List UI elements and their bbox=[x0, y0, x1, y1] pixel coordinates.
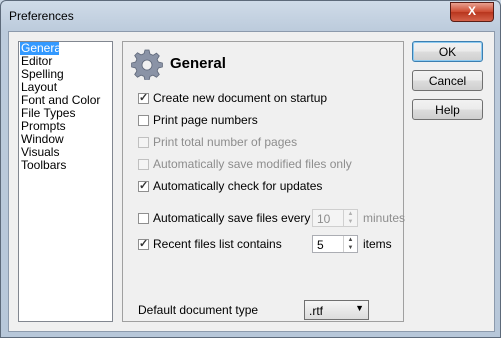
print-total-pages-checkbox bbox=[138, 136, 149, 148]
auto-check-updates-label: Automatically check for updates bbox=[153, 179, 323, 193]
auto-save-interval-unit: minutes bbox=[363, 211, 406, 225]
auto-save-interval-value: 10 bbox=[317, 212, 331, 226]
general-settings-panel: General Create new document on startup P… bbox=[122, 41, 406, 322]
category-list[interactable]: General Editor Spelling Layout Font and … bbox=[18, 41, 113, 322]
recent-files-count-spin-buttons[interactable]: ▲ ▼ bbox=[343, 236, 357, 252]
spin-down-icon[interactable]: ▼ bbox=[344, 244, 357, 252]
close-button[interactable]: X bbox=[450, 2, 494, 22]
title-bar[interactable]: Preferences X bbox=[1, 1, 500, 31]
help-button[interactable]: Help bbox=[412, 99, 483, 120]
auto-save-every-option[interactable]: Automatically save files every bbox=[138, 210, 310, 226]
spin-up-icon[interactable]: ▲ bbox=[344, 236, 357, 244]
create-new-document-checkbox[interactable] bbox=[138, 91, 149, 104]
print-total-pages-label: Print total number of pages bbox=[153, 135, 298, 149]
auto-check-updates-checkbox[interactable] bbox=[138, 179, 149, 192]
recent-files-option[interactable]: Recent files list contains bbox=[138, 236, 282, 252]
category-item-toolbars[interactable]: Toolbars bbox=[19, 159, 112, 172]
auto-save-interval-spin-buttons: ▲ ▼ bbox=[343, 210, 357, 226]
auto-save-modified-option: Automatically save modified files only bbox=[138, 156, 352, 172]
default-document-type-value: .rtf bbox=[309, 304, 323, 318]
print-page-numbers-label: Print page numbers bbox=[153, 113, 258, 127]
recent-files-count-stepper[interactable]: 5 ▲ ▼ bbox=[312, 235, 358, 253]
dialog-client-area: General Editor Spelling Layout Font and … bbox=[8, 31, 495, 332]
auto-save-every-label: Automatically save files every bbox=[153, 211, 311, 225]
window-title: Preferences bbox=[9, 9, 74, 23]
auto-save-interval-stepper: 10 ▲ ▼ bbox=[312, 209, 358, 227]
print-total-pages-option: Print total number of pages bbox=[138, 134, 297, 150]
auto-check-updates-option[interactable]: Automatically check for updates bbox=[138, 178, 322, 194]
recent-files-checkbox[interactable] bbox=[138, 237, 149, 250]
chevron-down-icon: ▼ bbox=[355, 303, 364, 313]
gear-icon bbox=[131, 49, 163, 80]
default-document-type-label: Default document type bbox=[138, 303, 259, 317]
print-page-numbers-checkbox[interactable] bbox=[138, 114, 149, 126]
recent-files-count-unit: items bbox=[363, 237, 392, 251]
recent-files-label: Recent files list contains bbox=[153, 237, 282, 251]
auto-save-modified-checkbox bbox=[138, 158, 149, 170]
recent-files-count-value[interactable]: 5 bbox=[317, 238, 324, 252]
preferences-window: Preferences X General Editor Spelling La… bbox=[0, 0, 501, 338]
create-new-document-option[interactable]: Create new document on startup bbox=[138, 90, 327, 106]
default-document-type-select[interactable]: .rtf ▼ bbox=[304, 300, 369, 320]
panel-heading: General bbox=[170, 55, 226, 72]
cancel-button[interactable]: Cancel bbox=[412, 70, 483, 91]
auto-save-modified-label: Automatically save modified files only bbox=[153, 157, 352, 171]
create-new-document-label: Create new document on startup bbox=[153, 91, 328, 105]
auto-save-every-checkbox[interactable] bbox=[138, 212, 149, 224]
ok-button[interactable]: OK bbox=[412, 41, 483, 62]
spin-down-icon: ▼ bbox=[347, 219, 354, 225]
spin-up-icon: ▲ bbox=[347, 211, 354, 217]
print-page-numbers-option[interactable]: Print page numbers bbox=[138, 112, 258, 128]
